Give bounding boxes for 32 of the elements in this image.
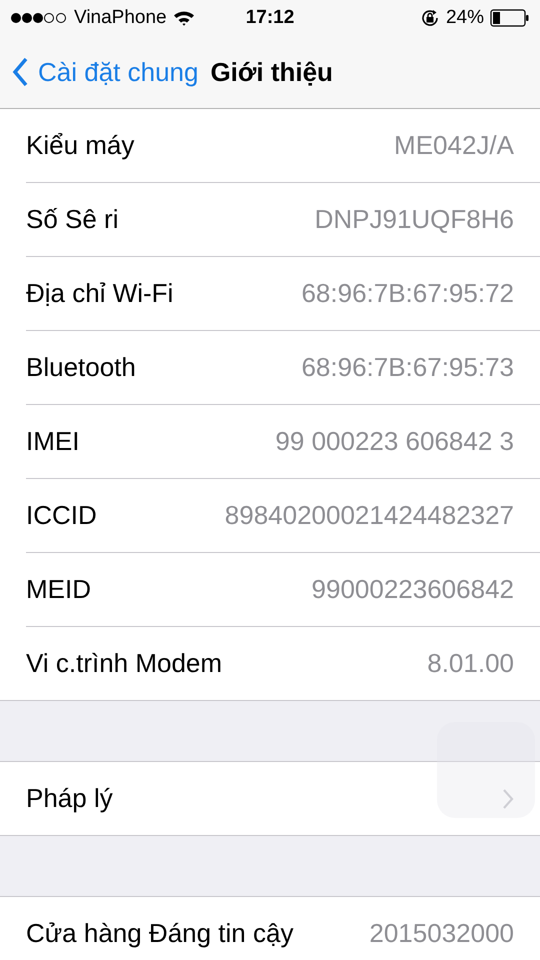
row-value: 68:96:7B:67:95:73	[301, 352, 514, 383]
carrier-name: VinaPhone	[74, 7, 167, 29]
chevron-right-icon	[502, 788, 514, 810]
status-time: 17:12	[246, 7, 294, 29]
row-value: DNPJ91UQF8H6	[314, 204, 514, 235]
row-label: Địa chỉ Wi-Fi	[26, 278, 174, 309]
assistive-touch-button[interactable]	[437, 722, 535, 818]
row-label: Bluetooth	[26, 352, 136, 383]
wifi-icon	[172, 10, 195, 26]
row-label: Cửa hàng Đáng tin cậy	[26, 918, 294, 949]
rotation-lock-icon	[420, 8, 440, 28]
row-value: 99 000223 606842 3	[275, 426, 514, 457]
row-label: Pháp lý	[26, 783, 113, 814]
row-value: ME042J/A	[394, 130, 514, 161]
row-label: Số Sê ri	[26, 204, 118, 235]
settings-row[interactable]: Pháp lý	[26, 762, 540, 835]
battery-percent: 24%	[446, 7, 484, 29]
row-value: 99000223606842	[312, 574, 514, 605]
chevron-left-icon	[12, 57, 28, 87]
row-value: 68:96:7B:67:95:72	[301, 278, 514, 309]
battery-icon	[490, 9, 530, 27]
row-label: Vi c.trình Modem	[26, 648, 222, 679]
row-value: 89840200021424482327	[224, 500, 514, 531]
row-label: MEID	[26, 574, 91, 605]
row-label: Kiểu máy	[26, 130, 134, 161]
row-label: ICCID	[26, 500, 97, 531]
row-value: 2015032000	[369, 918, 514, 949]
row-label: IMEI	[26, 426, 80, 457]
signal-icon	[10, 12, 68, 24]
back-button[interactable]: Cài đặt chung	[12, 56, 198, 88]
page-title: Giới thiệu	[210, 56, 333, 88]
row-value: 8.01.00	[427, 648, 514, 679]
